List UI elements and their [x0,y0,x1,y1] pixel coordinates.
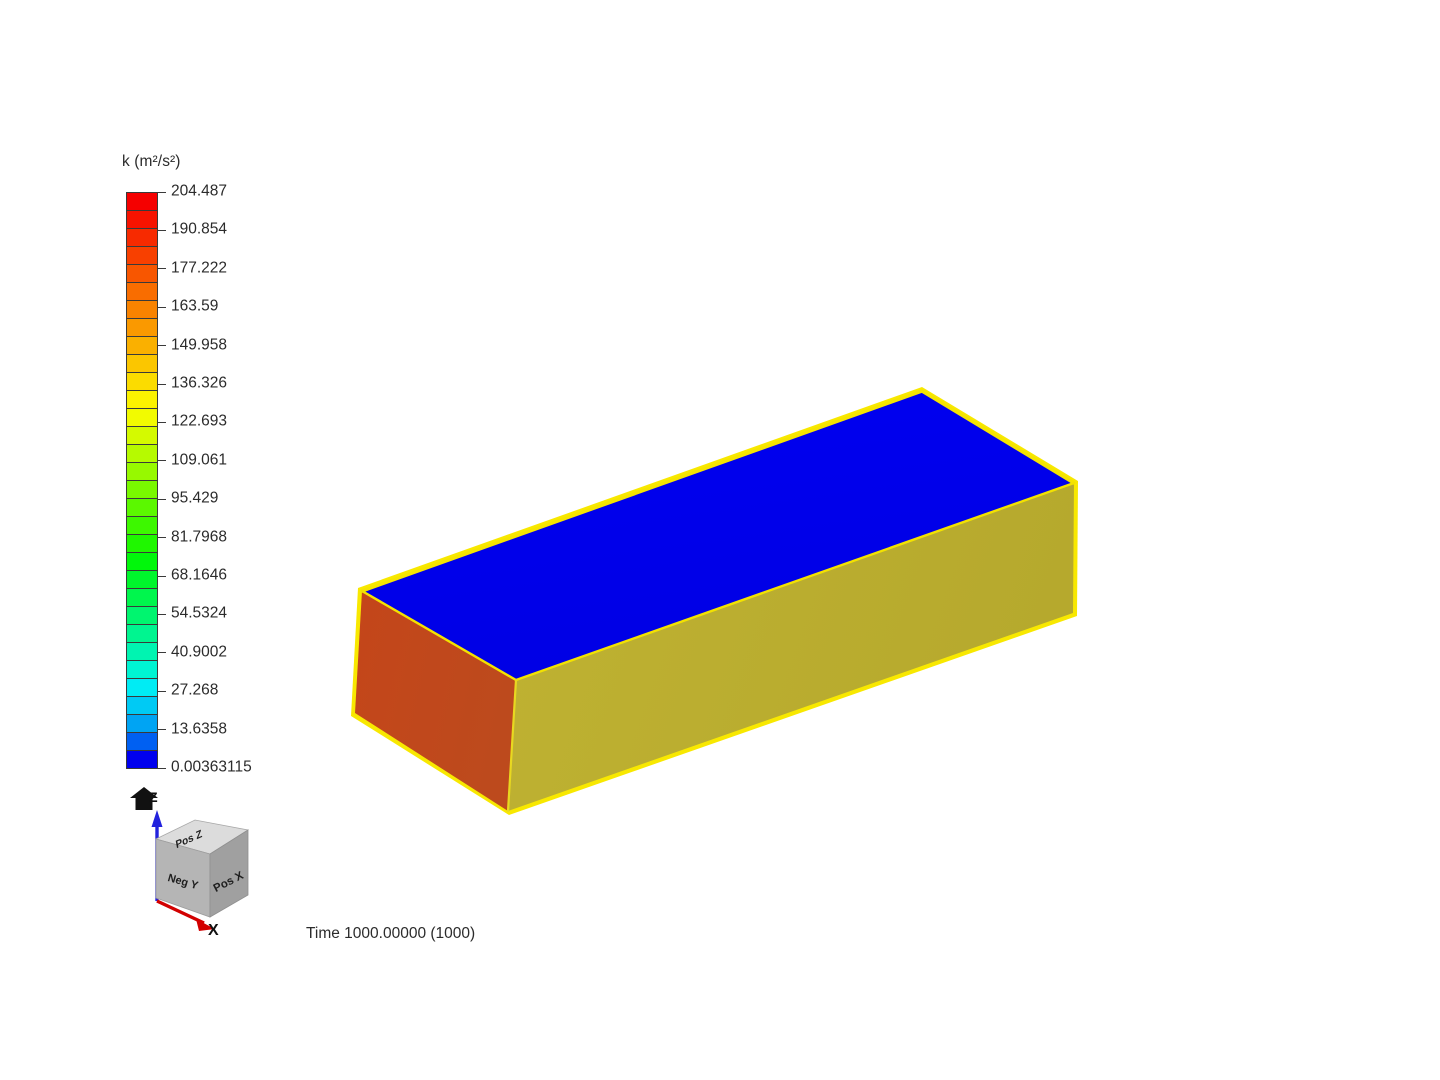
legend-tick-label: 204.487 [171,182,228,200]
legend-band [126,444,158,463]
legend-tick-label: 163.59 [171,297,219,315]
legend-band [126,678,158,697]
legend-tick-label: 109.061 [171,451,228,469]
legend-tick-line [158,613,166,615]
legend-title: k (m²/s²) [122,153,181,170]
render-viewport[interactable]: k (m²/s²) 204.487 190.854 177.222 163.59 149… [0,0,1440,1080]
legend-tick-line [158,460,166,462]
box-top-front-rim-highlight [360,481,1076,682]
legend-band [126,498,158,517]
legend-band [126,264,158,283]
legend-tick-line [158,306,166,308]
legend-band [126,318,158,337]
legend-tick-label: 122.693 [171,412,228,430]
legend-tick-line [158,229,166,231]
legend-band [126,408,158,427]
box-vertical-edge-highlight [506,678,518,813]
legend-band [126,570,158,589]
legend-tick-line [158,498,166,500]
legend-tick-label: 68.1646 [171,566,228,584]
legend-band [126,192,158,211]
color-legend[interactable]: k (m²/s²) 204.487 190.854 177.222 163.59 149… [0,0,320,800]
orientation-cube[interactable]: Pos Z Neg Y Pos X [120,782,290,952]
legend-band [126,210,158,229]
legend-band [126,282,158,301]
legend-band [126,588,158,607]
legend-tick-label: 81.7968 [171,528,228,546]
z-axis-arrowhead [151,810,163,827]
legend-band [126,660,158,679]
legend-band [126,300,158,319]
legend-band [126,228,158,247]
legend-tick-label: 177.222 [171,259,228,277]
legend-tick-label: 149.958 [171,336,228,354]
legend-band [126,732,158,751]
legend-band [126,336,158,355]
legend-color-bar[interactable] [126,192,158,769]
legend-band [126,246,158,265]
legend-tick-line [158,690,166,692]
legend-band [126,354,158,373]
legend-tick-line [158,191,166,193]
legend-tick-line [158,767,166,769]
legend-band [126,696,158,715]
legend-band [126,624,158,643]
legend-tick-list: 204.487 190.854 177.222 163.59 149.958 136.32… [158,183,298,776]
box-edge-highlight [351,387,1078,815]
legend-band [126,534,158,553]
legend-tick-line [158,268,166,270]
box-face-top [362,391,1074,680]
legend-tick-line [158,383,166,385]
x-axis-label: X [208,922,219,939]
time-annotation: Time 1000.00000 (1000) [306,925,476,942]
legend-band [126,714,158,733]
legend-band [126,426,158,445]
legend-band [126,516,158,535]
legend-tick-label: 40.9002 [171,643,228,661]
legend-tick-label: 27.268 [171,681,219,699]
legend-tick-label: 54.5324 [171,604,228,622]
legend-tick-line [158,345,166,347]
legend-band [126,372,158,391]
legend-tick-label: 13.6358 [171,720,228,738]
box-face-left-end [355,591,516,811]
legend-band [126,642,158,661]
legend-tick-line [158,537,166,539]
box-face-right [508,483,1074,811]
legend-band [126,606,158,625]
legend-band [126,462,158,481]
legend-band [126,552,158,571]
legend-tick-label: 136.326 [171,374,228,392]
legend-tick-label: 190.854 [171,220,228,238]
legend-tick-line [158,575,166,577]
orientation-axes-widget[interactable]: Z Pos Z Neg Y Pos X X [120,782,290,952]
legend-tick-line [158,652,166,654]
legend-band [126,390,158,409]
legend-tick-label: 0.00363115 [171,758,252,776]
legend-tick-label: 95.429 [171,489,219,507]
legend-tick-line [158,729,166,731]
legend-band [126,480,158,499]
legend-tick-line [158,421,166,423]
legend-band [126,750,158,769]
box-top-rim-highlight [360,389,1076,593]
